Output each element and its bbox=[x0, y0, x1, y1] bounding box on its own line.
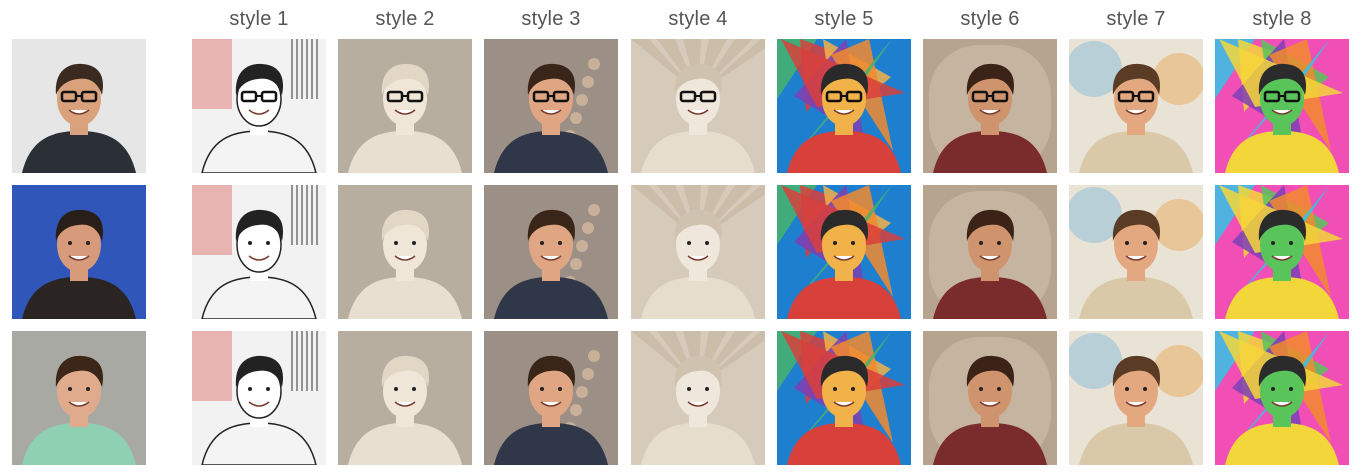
stylized-portrait-r1-s4-image bbox=[631, 39, 765, 173]
stylized-portrait-r1-s1 bbox=[192, 39, 326, 173]
stylized-portrait-r3-s1-image bbox=[192, 331, 326, 465]
source-photo-1 bbox=[12, 39, 146, 173]
stylized-portrait-r2-s2-image bbox=[338, 185, 472, 319]
style-8-label: style 8 bbox=[1252, 8, 1312, 30]
stylized-portrait-r3-s8-image bbox=[1215, 331, 1349, 465]
stylized-portrait-r3-s6-image bbox=[923, 331, 1057, 465]
stylized-portrait-r1-s2 bbox=[338, 39, 472, 173]
stylized-portrait-r2-s4-image bbox=[631, 185, 765, 319]
stylized-portrait-r2-s3-image bbox=[484, 185, 618, 319]
stylized-portrait-r3-s4-image bbox=[631, 331, 765, 465]
stylized-portrait-r3-s5-image bbox=[777, 331, 911, 465]
stylized-portrait-r3-s4 bbox=[631, 331, 765, 465]
source-photo-3-image bbox=[12, 331, 146, 465]
stylized-portrait-r1-s8 bbox=[1215, 39, 1349, 173]
stylized-portrait-r3-s8 bbox=[1215, 331, 1349, 465]
style-2-label: style 2 bbox=[375, 8, 435, 30]
stylized-portrait-r2-s5-image bbox=[777, 185, 911, 319]
source-photo-3 bbox=[12, 331, 146, 465]
source-photo-2-image bbox=[12, 185, 146, 319]
stylized-portrait-r3-s3-image bbox=[484, 331, 618, 465]
stylized-portrait-r2-s7 bbox=[1069, 185, 1203, 319]
stylized-portrait-r2-s6-image bbox=[923, 185, 1057, 319]
stylized-portrait-r3-s1 bbox=[192, 331, 326, 465]
stylized-portrait-r3-s7 bbox=[1069, 331, 1203, 465]
stylized-portrait-r2-s5 bbox=[777, 185, 911, 319]
stylized-portrait-r2-s8-image bbox=[1215, 185, 1349, 319]
stylized-portrait-r1-s7-image bbox=[1069, 39, 1203, 173]
stylized-portrait-r2-s8 bbox=[1215, 185, 1349, 319]
style-5-label: style 5 bbox=[814, 8, 874, 30]
stylized-portrait-r1-s8-image bbox=[1215, 39, 1349, 173]
stylized-portrait-r1-s3 bbox=[484, 39, 618, 173]
stylized-portrait-r1-s4 bbox=[631, 39, 765, 173]
stylized-portrait-r1-s5 bbox=[777, 39, 911, 173]
stylized-portrait-r1-s2-image bbox=[338, 39, 472, 173]
stylized-portrait-r3-s7-image bbox=[1069, 331, 1203, 465]
style-4-label: style 4 bbox=[668, 8, 728, 30]
stylized-portrait-r3-s5 bbox=[777, 331, 911, 465]
stylized-portrait-r1-s1-image bbox=[192, 39, 326, 173]
style-7-label: style 7 bbox=[1106, 8, 1166, 30]
style-header-row: style 1 style 2 style 3 style 4 style 5 … bbox=[0, 6, 1365, 36]
stylized-portrait-r2-s2 bbox=[338, 185, 472, 319]
stylized-portrait-r1-s6 bbox=[923, 39, 1057, 173]
stylized-portrait-r1-s6-image bbox=[923, 39, 1057, 173]
stylized-portrait-r2-s1 bbox=[192, 185, 326, 319]
stylized-portrait-r3-s6 bbox=[923, 331, 1057, 465]
source-photo-2 bbox=[12, 185, 146, 319]
stylized-portrait-r2-s4 bbox=[631, 185, 765, 319]
stylized-portrait-r1-s7 bbox=[1069, 39, 1203, 173]
style-6-label: style 6 bbox=[960, 8, 1020, 30]
stylized-portrait-r2-s1-image bbox=[192, 185, 326, 319]
stylized-portrait-r1-s5-image bbox=[777, 39, 911, 173]
stylized-portrait-r2-s3 bbox=[484, 185, 618, 319]
stylized-portrait-r1-s3-image bbox=[484, 39, 618, 173]
stylized-portrait-r3-s2 bbox=[338, 331, 472, 465]
stylized-portrait-r2-s7-image bbox=[1069, 185, 1203, 319]
stylized-portrait-r3-s2-image bbox=[338, 331, 472, 465]
stylized-portrait-r2-s6 bbox=[923, 185, 1057, 319]
source-photo-1-image bbox=[12, 39, 146, 173]
style-3-label: style 3 bbox=[521, 8, 581, 30]
style-1-label: style 1 bbox=[229, 8, 289, 30]
stylized-portrait-r3-s3 bbox=[484, 331, 618, 465]
